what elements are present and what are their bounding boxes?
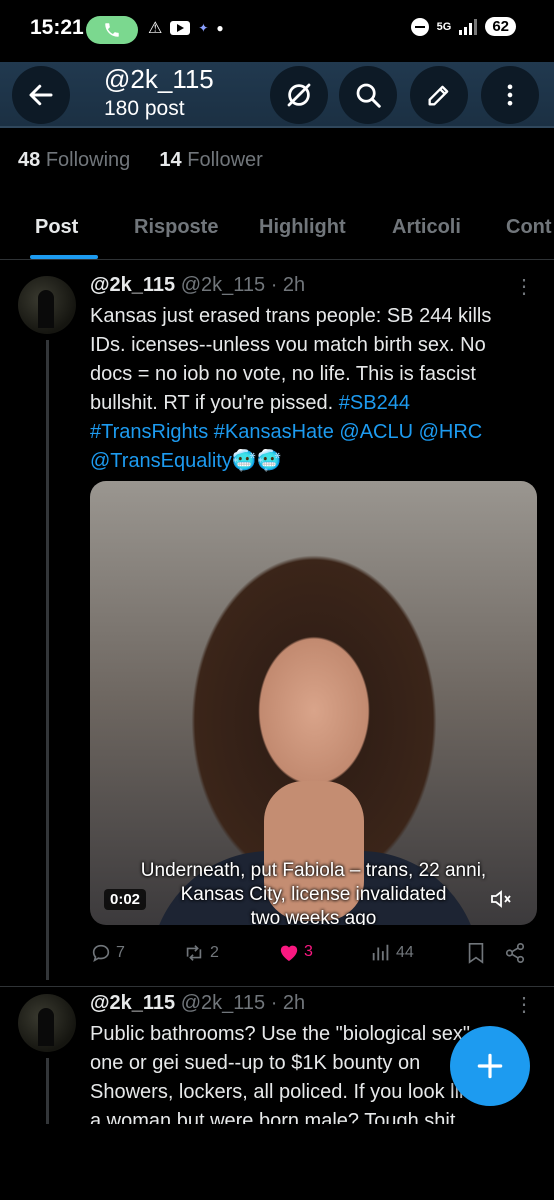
compose-post-button[interactable] bbox=[450, 1026, 530, 1106]
tab-post[interactable]: Post bbox=[35, 216, 78, 239]
video-player[interactable]: Underneath, put Fabiola – trans, 22 anni… bbox=[90, 481, 537, 925]
video-timecode: 0:02 bbox=[104, 889, 147, 910]
reply-icon bbox=[92, 944, 110, 963]
post-more-icon[interactable]: ⋮ bbox=[514, 274, 534, 299]
tab-highlights[interactable]: Highlight bbox=[259, 216, 346, 239]
status-bar: 15:21 ⚠ ✦ ● 5G 62 bbox=[0, 0, 554, 62]
display-name[interactable]: @2k_115 bbox=[90, 992, 175, 1014]
post-divider bbox=[0, 986, 554, 987]
tab-articles[interactable]: Articoli bbox=[392, 216, 461, 239]
mute-button[interactable] bbox=[486, 885, 518, 913]
page-title: @2k_115 bbox=[104, 64, 214, 94]
active-tab-indicator bbox=[30, 255, 98, 259]
battery-indicator: 62 bbox=[485, 17, 516, 36]
back-button[interactable] bbox=[12, 66, 70, 124]
repost-icon bbox=[186, 945, 202, 961]
bookmark-button[interactable] bbox=[466, 942, 486, 964]
status-right: 5G 62 bbox=[410, 17, 516, 36]
profile-header: @2k_115 180 post bbox=[0, 62, 554, 128]
tab-media[interactable]: Cont bbox=[506, 216, 552, 239]
analytics-icon bbox=[372, 944, 389, 961]
signal-icon bbox=[459, 18, 478, 35]
post-text: Kansas just erased trans people: SB 244 … bbox=[90, 302, 540, 476]
sparkle-icon: ✦ bbox=[198, 21, 209, 35]
more-vertical-icon bbox=[507, 84, 513, 106]
post-header: @2k_115 @2k_115 · 2h bbox=[90, 274, 305, 297]
reply-button[interactable]: 7 bbox=[90, 942, 125, 964]
post-time: · 2h bbox=[270, 274, 306, 296]
network-label: 5G bbox=[436, 20, 452, 33]
search-icon bbox=[356, 83, 381, 108]
ongoing-call-icon[interactable] bbox=[86, 16, 138, 44]
thread-line bbox=[46, 1058, 49, 1128]
avatar[interactable] bbox=[18, 276, 76, 334]
youtube-icon bbox=[170, 21, 191, 35]
handle[interactable]: @2k_115 bbox=[181, 992, 265, 1014]
share-icon bbox=[505, 943, 525, 963]
pencil-icon bbox=[428, 85, 449, 106]
display-name[interactable]: @2k_115 bbox=[90, 274, 175, 296]
heart-filled-icon bbox=[280, 945, 298, 962]
tags-line[interactable]: #TransRights #KansasHate @ACLU @HRC bbox=[90, 418, 540, 447]
notification-icons: ⚠ ✦ ● bbox=[148, 18, 224, 38]
post-more-icon[interactable]: ⋮ bbox=[514, 992, 534, 1017]
dnd-icon bbox=[410, 17, 429, 36]
following-link[interactable]: 48 Following bbox=[18, 149, 130, 171]
post-actions: 7 2 3 44 bbox=[90, 940, 530, 970]
search-button[interactable] bbox=[339, 66, 397, 124]
bookmark-icon bbox=[468, 943, 484, 964]
warning-icon: ⚠ bbox=[148, 20, 163, 37]
speaker-muted-icon bbox=[491, 890, 511, 908]
follow-stats: 48 Following 14 Follower bbox=[18, 149, 263, 172]
post-time: · 2h bbox=[270, 992, 306, 1014]
post-count: 180 post bbox=[104, 97, 185, 120]
handle[interactable]: @2k_115 bbox=[181, 274, 265, 296]
views-button[interactable]: 44 bbox=[370, 942, 414, 964]
grok-icon bbox=[287, 83, 311, 107]
profile-tabs: Post Risposte Highlight Articoli Cont bbox=[0, 200, 554, 260]
mention-line[interactable]: @TransEquality🥶🥶 bbox=[90, 447, 540, 476]
grok-button[interactable] bbox=[270, 66, 328, 124]
arrow-left-icon bbox=[29, 84, 53, 106]
dot-icon: ● bbox=[216, 21, 224, 35]
hashtag-link[interactable]: #SB244 bbox=[339, 392, 410, 414]
repost-button[interactable]: 2 bbox=[182, 942, 219, 964]
more-options-button[interactable] bbox=[481, 66, 539, 124]
share-button[interactable] bbox=[504, 942, 526, 964]
post-header: @2k_115 @2k_115 · 2h bbox=[90, 992, 305, 1015]
video-caption: Underneath, put Fabiola – trans, 22 anni… bbox=[140, 860, 487, 925]
followers-link[interactable]: 14 Follower bbox=[159, 149, 262, 171]
avatar[interactable] bbox=[18, 994, 76, 1052]
status-time: 15:21 bbox=[30, 16, 84, 39]
plus-icon bbox=[477, 1053, 503, 1079]
edit-profile-button[interactable] bbox=[410, 66, 468, 124]
thread-line bbox=[46, 340, 49, 980]
like-button[interactable]: 3 bbox=[278, 942, 313, 962]
tab-replies[interactable]: Risposte bbox=[134, 216, 218, 239]
bottom-area bbox=[0, 1124, 554, 1200]
